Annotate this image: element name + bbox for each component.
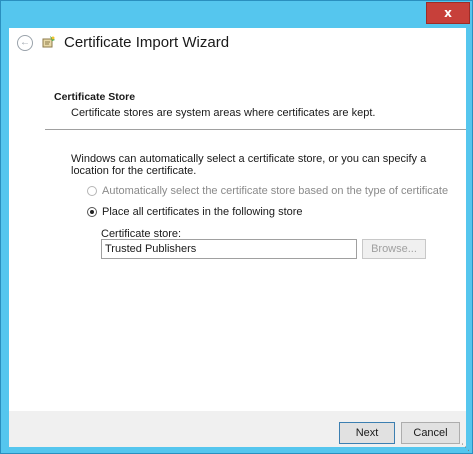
wizard-title: Certificate Import Wizard	[64, 34, 230, 51]
wizard-content: Certificate Store Certificate stores are…	[9, 58, 466, 411]
next-button[interactable]: Next	[339, 422, 395, 444]
radio-place-in-store-label: Place all certificates in the following …	[102, 206, 303, 218]
close-icon: x	[444, 6, 452, 20]
intro-text: Windows can automatically select a certi…	[71, 153, 427, 177]
section-description: Certificate stores are system areas wher…	[71, 107, 376, 119]
radio-dot-icon	[90, 210, 94, 214]
radio-auto-select[interactable]: Automatically select the certificate sto…	[87, 185, 448, 197]
certificate-wizard-icon	[42, 36, 55, 48]
close-button[interactable]: x	[426, 2, 470, 24]
radio-button-selected[interactable]	[87, 207, 97, 217]
radio-button-unselected[interactable]	[87, 186, 97, 196]
section-title: Certificate Store	[54, 91, 136, 103]
wizard-footer: Next Cancel	[9, 411, 466, 447]
wizard-header: ← Certificate Import Wizard	[9, 28, 466, 58]
radio-place-in-store[interactable]: Place all certificates in the following …	[87, 206, 303, 218]
browse-button: Browse...	[362, 239, 426, 259]
radio-auto-select-label: Automatically select the certificate sto…	[102, 185, 449, 197]
certificate-store-field[interactable]	[101, 239, 357, 259]
resize-grip-icon[interactable]: ⋱	[461, 442, 471, 452]
divider	[45, 129, 466, 130]
wizard-window: x ← Certificate Import Wizard Certificat…	[0, 0, 473, 454]
back-arrow-icon[interactable]: ←	[17, 35, 33, 51]
cancel-button[interactable]: Cancel	[401, 422, 460, 444]
